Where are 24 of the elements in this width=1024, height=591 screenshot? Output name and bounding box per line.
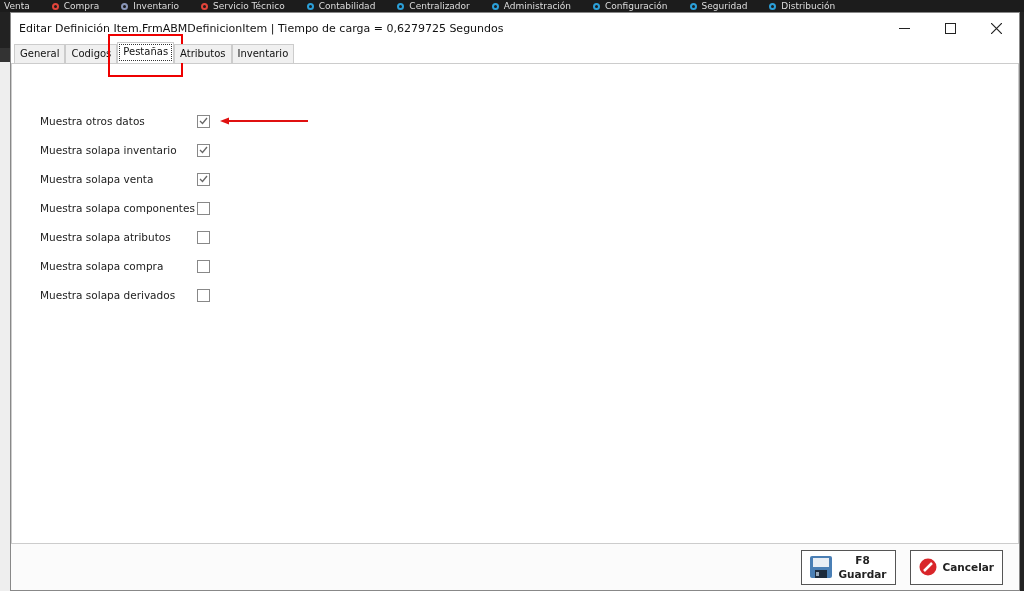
window-title: Editar Definición Item.FrmABMDefinicionItem | Tiempo de carga = 0,6279725 Segundos (19, 21, 505, 35)
option-label: Muestra solapa compra (40, 260, 165, 272)
menu-item[interactable]: Configuración (605, 0, 668, 12)
menu-item[interactable]: Distribución (781, 0, 836, 12)
option-label: Muestra solapa componentes (40, 202, 196, 214)
menu-item[interactable]: Inventario (133, 0, 179, 12)
option-label: Muestra solapa atributos (40, 231, 172, 243)
menu-item[interactable]: Seguridad (701, 0, 748, 12)
menu-item[interactable]: Contabilidad (318, 0, 376, 12)
menu-item[interactable]: Administración (503, 0, 572, 12)
tab[interactable]: Inventario (231, 44, 295, 63)
option-label: Muestra otros datos (40, 115, 146, 127)
menu-item[interactable]: Servicio Técnico (212, 0, 285, 12)
menu-item[interactable]: Centralizador (409, 0, 470, 12)
option-label: Muestra solapa derivados (40, 289, 177, 301)
tab[interactable]: Pestañas (117, 42, 175, 63)
menu-item[interactable]: Compra (63, 0, 100, 12)
cancel-button[interactable]: Cancelar (909, 549, 1003, 585)
tab[interactable]: Atributos (174, 44, 232, 63)
tab[interactable]: General (14, 44, 66, 63)
option-label: Muestra solapa venta (40, 173, 155, 185)
save-button[interactable]: F8 Guardar (801, 549, 896, 585)
menu-item[interactable]: Venta (4, 0, 30, 12)
option-label: Muestra solapa inventario (40, 144, 178, 156)
